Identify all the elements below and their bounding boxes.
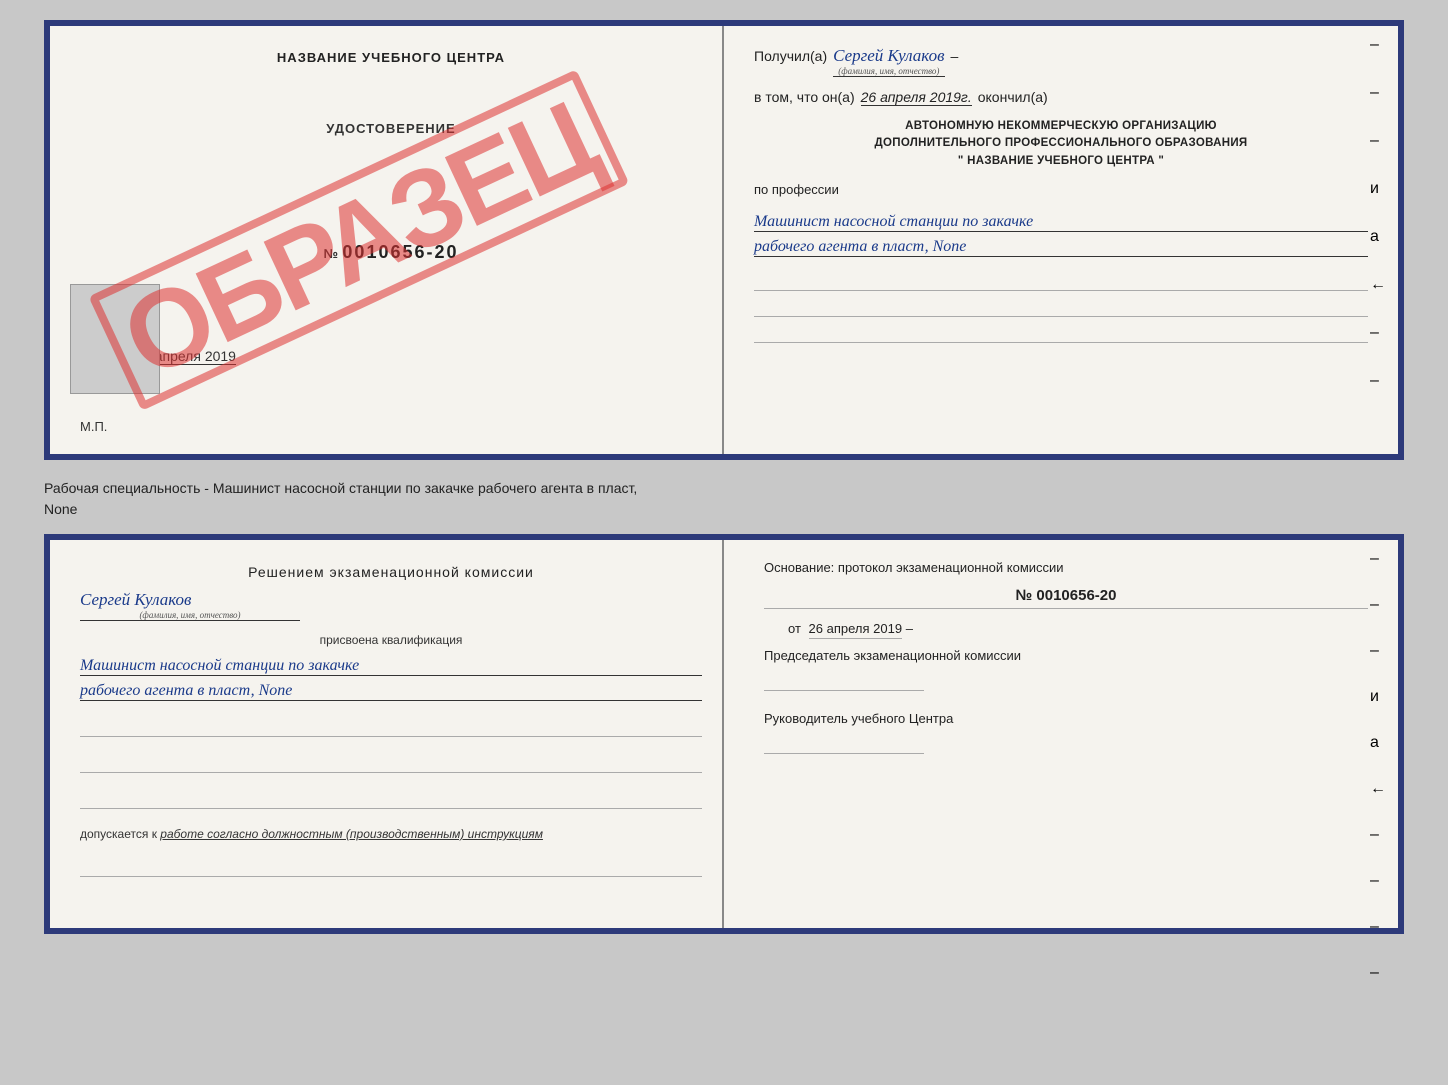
bottom-underline-2 xyxy=(80,751,702,773)
prof-value-block: Машинист насосной станции по закачке раб… xyxy=(754,209,1368,257)
org-line3: " НАЗВАНИЕ УЧЕБНОГО ЦЕНТРА " xyxy=(754,153,1368,170)
predsedatel-signature-line xyxy=(764,669,924,691)
prisvoyena-label: присвоена квалификация xyxy=(80,633,702,647)
top-cert-right: Получил(а) Сергей Кулаков (фамилия, имя,… xyxy=(724,26,1398,454)
right-lines xyxy=(754,269,1368,343)
specialty-text: Рабочая специальность - Машинист насосно… xyxy=(44,472,1404,522)
prof-label: по профессии xyxy=(754,182,1368,197)
bottom-certificate: Решением экзаменационной комиссии Сергей… xyxy=(44,534,1404,934)
okончил-label: окончил(а) xyxy=(978,89,1048,105)
bottom-name-block: Сергей Кулаков (фамилия, имя, отчество) xyxy=(80,590,702,623)
resheniem-label: Решением экзаменационной комиссии xyxy=(80,564,702,580)
rukovoditel-label: Руководитель учебного Центра xyxy=(764,711,1368,726)
org-block: АВТОНОМНУЮ НЕКОММЕРЧЕСКУЮ ОРГАНИЗАЦИЮ ДО… xyxy=(754,118,1368,170)
qual-line2: рабочего агента в пласт, None xyxy=(80,682,702,701)
poluchil-label: Получил(а) xyxy=(754,48,827,64)
top-cert-left: НАЗВАНИЕ УЧЕБНОГО ЦЕНТРА УДОСТОВЕРЕНИЕ №… xyxy=(50,26,724,454)
top-certificate: НАЗВАНИЕ УЧЕБНОГО ЦЕНТРА УДОСТОВЕРЕНИЕ №… xyxy=(44,20,1404,460)
poluchil-sub: (фамилия, имя, отчество) xyxy=(833,66,944,76)
bottom-cert-left: Решением экзаменационной комиссии Сергей… xyxy=(50,540,724,928)
vydano-row: Выдано 26 апреля 2019 xyxy=(80,348,702,365)
cert-number: 0010656-20 xyxy=(342,242,458,262)
predsedatel-block: Председатель экзаменационной комиссии xyxy=(764,648,1368,691)
osnovanie-label: Основание: протокол экзаменационной коми… xyxy=(764,560,1368,575)
qual-block: Машинист насосной станции по закачке раб… xyxy=(80,657,702,701)
bottom-cert-right: Основание: протокол экзаменационной коми… xyxy=(724,540,1398,928)
poluchil-dash: – xyxy=(951,48,959,64)
org-line1: АВТОНОМНУЮ НЕКОММЕРЧЕСКУЮ ОРГАНИЗАЦИЮ xyxy=(754,118,1368,135)
right-side-dashes: – – – и а ← – – xyxy=(1370,36,1386,390)
org-line2: ДОПОЛНИТЕЛЬНОГО ПРОФЕССИОНАЛЬНОГО ОБРАЗО… xyxy=(754,135,1368,152)
right-line-2 xyxy=(754,295,1368,317)
mp-label: М.П. xyxy=(80,419,702,434)
profession-line1: Машинист насосной станции по закачке xyxy=(754,213,1368,232)
right-line-3 xyxy=(754,321,1368,343)
top-left-title: НАЗВАНИЕ УЧЕБНОГО ЦЕНТРА xyxy=(80,50,702,65)
dopusk-row: допускается к работе согласно должностны… xyxy=(80,827,702,841)
vtom-label: в том, что он(а) xyxy=(754,89,855,105)
number-prefix: № xyxy=(323,246,338,261)
qual-line1: Машинист насосной станции по закачке xyxy=(80,657,702,676)
rukovoditel-block: Руководитель учебного Центра xyxy=(764,711,1368,754)
predsedatel-label: Председатель экзаменационной комиссии xyxy=(764,648,1368,663)
right-line-1 xyxy=(754,269,1368,291)
photo-placeholder xyxy=(70,284,160,394)
bottom-right-side-dashes: – – – и а ← – – – – xyxy=(1370,550,1386,982)
rukovoditel-signature-line xyxy=(764,732,924,754)
cert-number-area: № 0010656-20 xyxy=(80,242,702,263)
vtom-date: 26 апреля 2019г. xyxy=(861,89,972,106)
profession-line2: рабочего агента в пласт, None xyxy=(754,238,1368,257)
vtom-row: в том, что он(а) 26 апреля 2019г. окончи… xyxy=(754,89,1368,106)
protocol-number: № 0010656-20 xyxy=(764,587,1368,609)
bottom-name: Сергей Кулаков (фамилия, имя, отчество) xyxy=(80,590,300,621)
protocol-date: от 26 апреля 2019 – xyxy=(788,621,1368,636)
bottom-underline-3 xyxy=(80,787,702,809)
bottom-underline-1 xyxy=(80,715,702,737)
bottom-name-sub: (фамилия, имя, отчество) xyxy=(80,610,300,620)
dopusk-text: работе согласно должностным (производств… xyxy=(160,827,543,841)
poluchil-row: Получил(а) Сергей Кулаков (фамилия, имя,… xyxy=(754,46,1368,77)
poluchil-name: Сергей Кулаков (фамилия, имя, отчество) xyxy=(833,46,944,77)
bottom-underline-4 xyxy=(80,855,702,877)
udostoverenie-label: УДОСТОВЕРЕНИЕ xyxy=(80,121,702,136)
